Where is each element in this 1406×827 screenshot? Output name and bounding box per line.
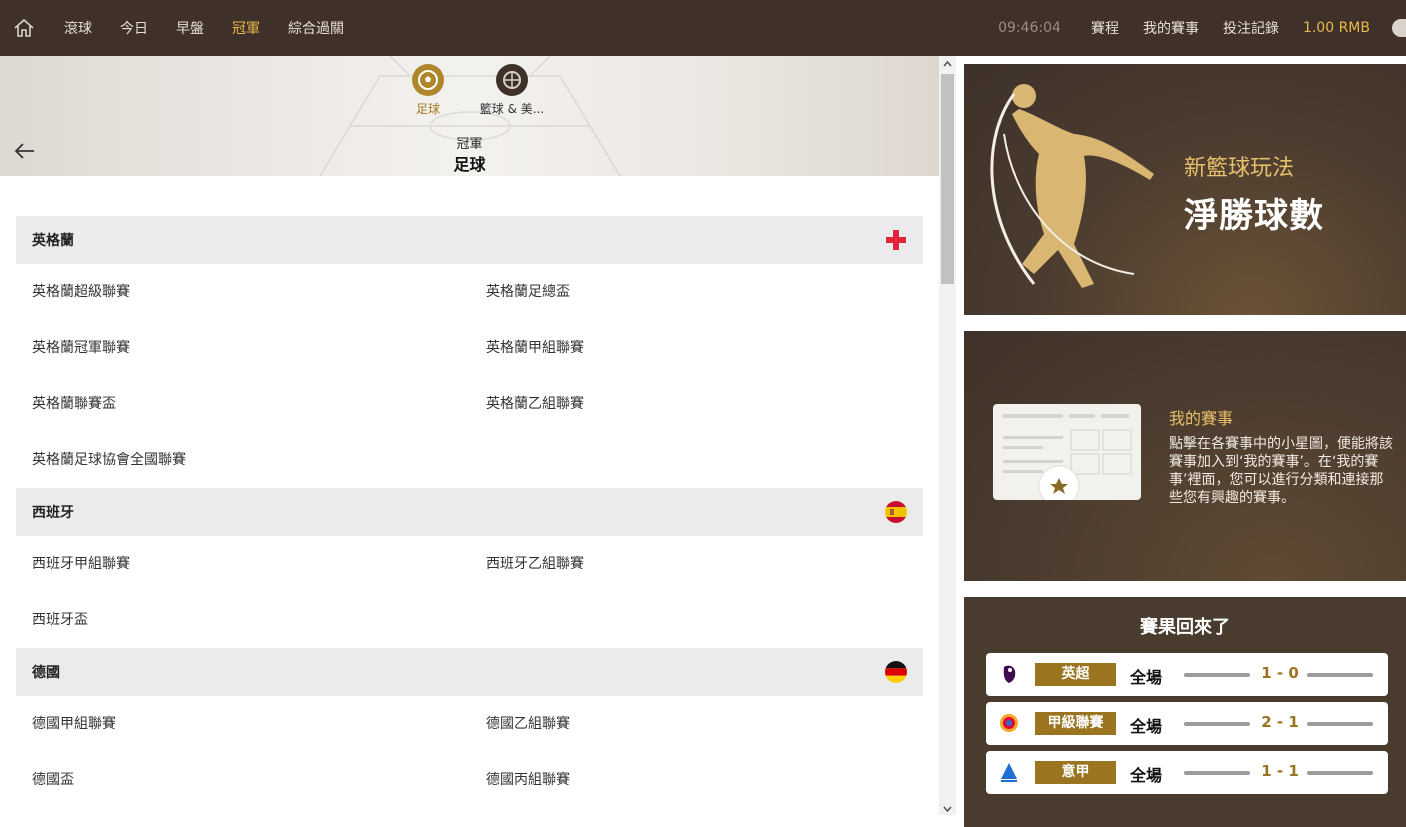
group-leagues-germany: 德國甲組聯賽 德國乙組聯賽 德國盃 德國丙組聯賽	[16, 696, 923, 808]
list-item[interactable]: 英格蘭足總盃	[470, 264, 923, 320]
basketball-promo-banner[interactable]: 新籃球玩法 淨勝球數	[964, 64, 1406, 315]
user-icon[interactable]	[1392, 19, 1406, 37]
scrollbar[interactable]	[939, 56, 956, 815]
england-flag-icon	[885, 229, 907, 251]
list-item[interactable]: 英格蘭冠軍聯賽	[16, 320, 470, 376]
promo-subtitle: 新籃球玩法	[1184, 156, 1295, 181]
list-item[interactable]: 西班牙乙組聯賽	[470, 536, 923, 592]
tab-soccer[interactable]: 足球	[388, 64, 468, 117]
group-header-england[interactable]: 英格蘭	[16, 216, 923, 264]
promo-title: 我的賽事	[1169, 409, 1234, 428]
divider	[1184, 722, 1250, 726]
sport-header: 足球 籃球 & 美... 冠軍 足球	[0, 56, 939, 176]
page-title-sport: 足球	[453, 155, 486, 174]
result-score: 1 - 0	[1261, 664, 1299, 682]
result-row[interactable]: 英超 全場 1 - 0	[986, 653, 1388, 696]
result-league: 甲級聯賽	[1035, 712, 1116, 735]
nav-bet-history[interactable]: 投注記錄	[1223, 18, 1279, 38]
result-row[interactable]: 意甲 全場 1 - 1	[986, 751, 1388, 794]
result-score: 1 - 1	[1261, 762, 1299, 780]
divider	[1307, 771, 1373, 775]
nav-schedule[interactable]: 賽程	[1091, 18, 1119, 38]
list-item[interactable]: 英格蘭聯賽盃	[16, 376, 470, 432]
germany-flag-icon	[885, 661, 907, 683]
scroll-down-icon[interactable]	[943, 804, 952, 813]
divider	[1307, 673, 1373, 677]
spain-flag-icon	[885, 501, 907, 523]
sport-menu: 滾球 今日 早盤 冠軍 綜合過關	[64, 0, 372, 56]
clock: 09:46:04	[998, 20, 1061, 36]
league-list: 英格蘭 英格蘭超級聯賽 英格蘭足總盃 英格蘭冠軍聯賽 英格蘭甲組聯賽 英格蘭聯賽…	[16, 216, 923, 808]
soccer-ball-icon	[412, 64, 444, 96]
group-header-spain[interactable]: 西班牙	[16, 488, 923, 536]
promo-sidebar: 新籃球玩法 淨勝球數 我的賽事 點擊在各賽事中的小星圖，便能將該賽事加入到‘我的…	[956, 56, 1406, 827]
group-leagues-england: 英格蘭超級聯賽 英格蘭足總盃 英格蘭冠軍聯賽 英格蘭甲組聯賽 英格蘭聯賽盃 英格…	[16, 264, 923, 488]
group-name: 英格蘭	[32, 233, 74, 249]
tab-basketball-label: 籃球 & 美...	[479, 102, 545, 116]
result-period: 全場	[1130, 668, 1163, 687]
premier-league-logo-icon	[1003, 665, 1016, 683]
result-score: 2 - 1	[1261, 713, 1299, 731]
result-period: 全場	[1130, 717, 1163, 736]
promo-title: 淨勝球數	[1184, 196, 1324, 236]
account-menu: 09:46:04 賽程 我的賽事 投注記錄 1.00 RMB	[998, 0, 1406, 56]
group-leagues-spain: 西班牙甲組聯賽 西班牙乙組聯賽 西班牙盃	[16, 536, 923, 648]
group-name: 西班牙	[32, 505, 74, 521]
result-league: 英超	[1035, 663, 1116, 686]
laliga-logo-icon	[1000, 714, 1018, 732]
list-item[interactable]: 德國乙組聯賽	[470, 696, 923, 752]
illustration-card-icon	[993, 404, 1141, 507]
result-league: 意甲	[1035, 761, 1116, 784]
results-promo-banner[interactable]: 賽果回來了 英超 全場 1 - 0 甲級聯賽 全場 2 - 1 意甲 全場 1 …	[964, 597, 1406, 827]
list-item[interactable]: 西班牙盃	[16, 592, 470, 648]
home-icon[interactable]	[13, 18, 35, 38]
main-content: 足球 籃球 & 美... 冠軍 足球 英格蘭 英格蘭超級聯賽 英格蘭足總盃 英格…	[0, 56, 939, 815]
nav-parlay[interactable]: 綜合過關	[288, 18, 344, 38]
list-item[interactable]: 英格蘭足球協會全國聯賽	[16, 432, 470, 488]
basketball-icon	[496, 64, 528, 96]
page-title-category: 冠軍	[456, 137, 483, 152]
result-row[interactable]: 甲級聯賽 全場 2 - 1	[986, 702, 1388, 745]
nav-my-events[interactable]: 我的賽事	[1143, 18, 1199, 38]
list-item[interactable]: 英格蘭甲組聯賽	[470, 320, 923, 376]
my-events-promo-banner[interactable]: 我的賽事 點擊在各賽事中的小星圖，便能將該賽事加入到‘我的賽事’。在‘我的賽事’…	[964, 331, 1406, 581]
list-item[interactable]: 英格蘭超級聯賽	[16, 264, 470, 320]
nav-today[interactable]: 今日	[120, 18, 148, 38]
group-name: 德國	[32, 665, 60, 681]
nav-inplay[interactable]: 滾球	[64, 18, 92, 38]
tab-basketball[interactable]: 籃球 & 美...	[472, 64, 552, 117]
list-item[interactable]: 德國甲組聯賽	[16, 696, 470, 752]
divider	[1307, 722, 1373, 726]
tab-soccer-label: 足球	[415, 102, 440, 116]
scrollbar-thumb[interactable]	[941, 74, 954, 284]
list-item[interactable]: 英格蘭乙組聯賽	[470, 376, 923, 432]
promo-description: 點擊在各賽事中的小星圖，便能將該賽事加入到‘我的賽事’。在‘我的賽事’裡面，您可…	[1169, 436, 1393, 506]
list-item[interactable]: 西班牙甲組聯賽	[16, 536, 470, 592]
balance[interactable]: 1.00 RMB	[1303, 20, 1370, 36]
nav-early[interactable]: 早盤	[176, 18, 204, 38]
list-item[interactable]: 德國丙組聯賽	[470, 752, 923, 808]
scroll-up-icon[interactable]	[943, 60, 952, 69]
top-navigation-bar: 滾球 今日 早盤 冠軍 綜合過關 09:46:04 賽程 我的賽事 投注記錄 1…	[0, 0, 1406, 56]
serie-a-logo-icon	[1001, 763, 1017, 782]
group-header-germany[interactable]: 德國	[16, 648, 923, 696]
result-period: 全場	[1130, 766, 1163, 785]
results-title: 賽果回來了	[1140, 617, 1230, 638]
basketball-player-icon	[990, 84, 1154, 288]
nav-outright[interactable]: 冠軍	[232, 18, 260, 38]
list-item[interactable]: 德國盃	[16, 752, 470, 808]
divider	[1184, 673, 1250, 677]
divider	[1184, 771, 1250, 775]
